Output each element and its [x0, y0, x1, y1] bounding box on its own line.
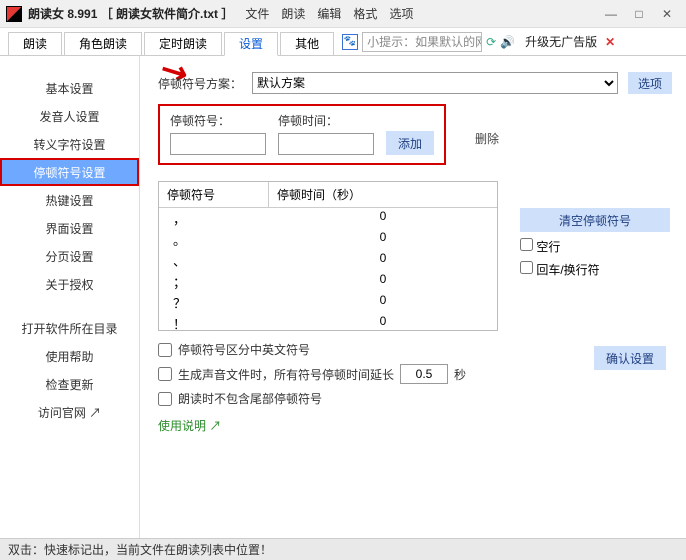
symbols-table[interactable]: 停顿符号 停顿时间（秒） ，0。0、0；0？0！0...0: [158, 181, 498, 331]
content-pane: 停顿符号方案： 默认方案 选项 停顿符号： 停顿时间： 添加 删除 停顿符号: [140, 56, 686, 538]
table-row[interactable]: ？0: [159, 292, 497, 313]
menu-read[interactable]: 朗读: [281, 5, 305, 22]
clear-button[interactable]: 清空停顿符号: [520, 208, 670, 232]
close-tip-icon[interactable]: ✕: [605, 35, 615, 49]
extend-value[interactable]: [400, 364, 448, 384]
sidebar-item-help[interactable]: 使用帮助: [0, 342, 139, 370]
table-row[interactable]: ！0: [159, 313, 497, 331]
col-symbol: 停顿符号: [159, 182, 269, 207]
sidebar-item-pause[interactable]: 停顿符号设置: [0, 158, 139, 186]
table-row[interactable]: 。0: [159, 229, 497, 250]
refresh-icon[interactable]: ⟳: [486, 35, 496, 49]
symbol-input[interactable]: [170, 133, 266, 155]
delete-button[interactable]: 删除: [464, 128, 510, 150]
scheme-label: 停顿符号方案：: [158, 75, 242, 92]
window-title: 朗读女 8.991 ［ 朗读女软件简介.txt ］: [28, 5, 233, 22]
time-label: 停顿时间：: [278, 112, 374, 129]
menu-file[interactable]: 文件: [245, 5, 269, 22]
titlebar: 朗读女 8.991 ［ 朗读女软件简介.txt ］ 文件 朗读 编辑 格式 选项…: [0, 0, 686, 28]
tab-timer-read[interactable]: 定时朗读: [144, 32, 222, 56]
minimize-button[interactable]: —: [598, 5, 624, 23]
menu-bar: 文件 朗读 编辑 格式 选项: [245, 5, 413, 22]
symbol-label: 停顿符号：: [170, 112, 266, 129]
table-row[interactable]: 、0: [159, 250, 497, 271]
table-row[interactable]: ；0: [159, 271, 497, 292]
sidebar-item-voice[interactable]: 发音人设置: [0, 102, 139, 130]
menu-edit[interactable]: 编辑: [317, 5, 341, 22]
options-button[interactable]: 选项: [628, 72, 672, 94]
sound-icon[interactable]: 🔊: [500, 35, 515, 49]
table-row[interactable]: ，0: [159, 208, 497, 229]
help-link[interactable]: 使用说明 ↗: [158, 417, 672, 434]
sidebar-item-website[interactable]: 访问官网 ↗: [0, 398, 139, 426]
tab-settings[interactable]: 设置: [224, 32, 278, 56]
paw-icon: 🐾: [342, 34, 358, 50]
col-time: 停顿时间（秒）: [269, 182, 497, 207]
chk-empty-line[interactable]: 空行: [520, 238, 670, 255]
maximize-button[interactable]: □: [626, 5, 652, 23]
add-button[interactable]: 添加: [386, 131, 434, 155]
confirm-button[interactable]: 确认设置: [594, 346, 666, 370]
tip-box: 小提示：如果默认的网址: [362, 32, 482, 52]
chk-crlf[interactable]: 回车/换行符: [520, 261, 670, 278]
tab-other[interactable]: 其他: [280, 32, 334, 56]
sidebar-item-license[interactable]: 关于授权: [0, 270, 139, 298]
opt-notail[interactable]: 朗读时不包含尾部停顿符号: [158, 390, 672, 407]
sidebar: 基本设置 发音人设置 转义字符设置 停顿符号设置 热键设置 界面设置 分页设置 …: [0, 56, 140, 538]
sidebar-item-opendir[interactable]: 打开软件所在目录: [0, 314, 139, 342]
tab-bar: 朗读 角色朗读 定时朗读 设置 其他 🐾 小提示：如果默认的网址 ⟳ 🔊 升级无…: [0, 28, 686, 56]
sidebar-item-update[interactable]: 检查更新: [0, 370, 139, 398]
sidebar-item-hotkey[interactable]: 热键设置: [0, 186, 139, 214]
tab-read[interactable]: 朗读: [8, 32, 62, 56]
status-bar: 双击：快速标记出，当前文件在朗读列表中位置！: [0, 538, 686, 560]
sidebar-item-paging[interactable]: 分页设置: [0, 242, 139, 270]
scheme-select[interactable]: 默认方案: [252, 72, 618, 94]
tab-role-read[interactable]: 角色朗读: [64, 32, 142, 56]
close-button[interactable]: ✕: [654, 5, 680, 23]
add-symbol-box: 停顿符号： 停顿时间： 添加: [158, 104, 446, 165]
menu-options[interactable]: 选项: [389, 5, 413, 22]
sidebar-item-escape[interactable]: 转义字符设置: [0, 130, 139, 158]
sidebar-item-ui[interactable]: 界面设置: [0, 214, 139, 242]
sidebar-item-basic[interactable]: 基本设置: [0, 74, 139, 102]
menu-format[interactable]: 格式: [353, 5, 377, 22]
upgrade-link[interactable]: 升级无广告版: [525, 33, 597, 50]
time-input[interactable]: [278, 133, 374, 155]
app-icon: [6, 6, 22, 22]
